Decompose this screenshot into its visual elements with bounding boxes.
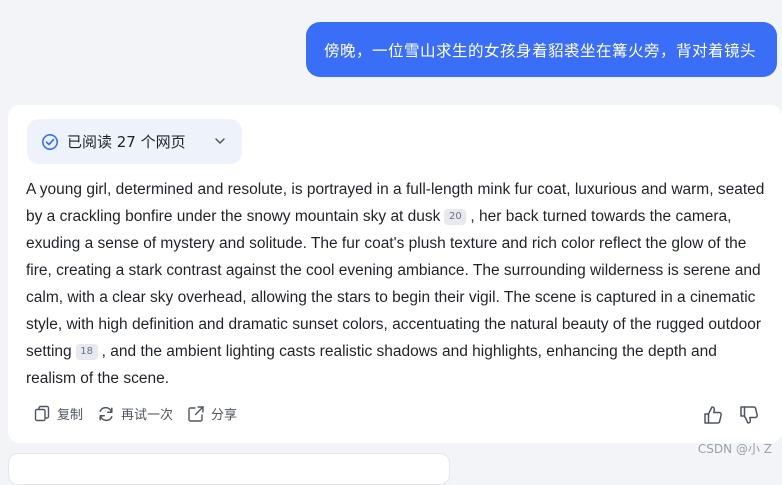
sources-chip[interactable]: 已阅读 27 个网页 [27, 119, 242, 164]
retry-label: 再试一次 [121, 408, 174, 423]
copy-label: 复制 [57, 408, 84, 423]
check-circle-icon [42, 133, 58, 150]
answer-part-2: , her back turned towards the camera, ex… [26, 208, 761, 360]
answer-card: 已阅读 27 个网页 A young girl, determined and … [8, 105, 782, 443]
citation-badge[interactable]: 20 [444, 209, 467, 225]
sources-chip-label: 已阅读 27 个网页 [67, 133, 186, 151]
share-icon [188, 405, 204, 422]
user-message-text: 傍晚，一位雪山求生的女孩身着貂裘坐在篝火旁，背对着镜头 [324, 41, 757, 60]
share-label: 分享 [211, 408, 238, 423]
thumbs-down-icon[interactable] [738, 404, 760, 426]
refresh-icon [99, 406, 113, 421]
feedback-buttons [688, 404, 760, 426]
chevron-down-icon [215, 138, 225, 144]
watermark: CSDN @小 Z [697, 442, 772, 456]
citation-badge[interactable]: 18 [75, 344, 98, 360]
thumbs-up-icon[interactable] [702, 404, 724, 426]
copy-icon [34, 405, 50, 421]
next-message-card [8, 453, 450, 485]
retry-button[interactable]: 再试一次 [97, 404, 173, 423]
share-button[interactable]: 分享 [187, 404, 237, 423]
action-bar: 复制 再试一次 分享 [33, 404, 251, 423]
user-message-bubble: 傍晚，一位雪山求生的女孩身着貂裘坐在篝火旁，背对着镜头 [306, 22, 777, 77]
answer-text: A young girl, determined and resolute, i… [26, 176, 771, 392]
copy-button[interactable]: 复制 [33, 404, 83, 423]
answer-part-3: , and the ambient lighting casts realist… [26, 343, 717, 387]
